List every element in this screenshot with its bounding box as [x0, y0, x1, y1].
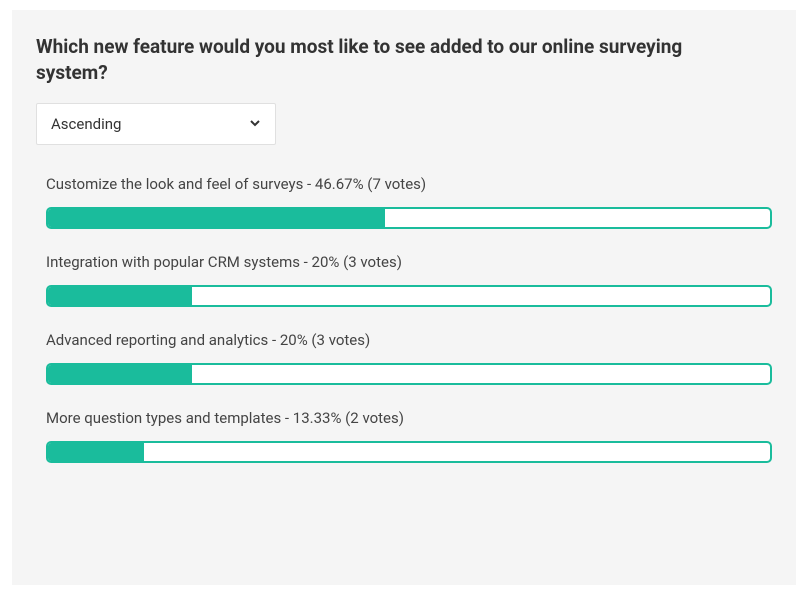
result-bar-fill: [48, 443, 144, 461]
result-bar-fill: [48, 365, 192, 383]
result-row: Integration with popular CRM systems - 2…: [46, 253, 772, 307]
result-bar: [46, 207, 772, 229]
result-bar-fill: [48, 287, 192, 305]
result-row: Customize the look and feel of surveys -…: [46, 175, 772, 229]
results-panel: Which new feature would you most like to…: [12, 10, 796, 585]
results-list: Customize the look and feel of surveys -…: [36, 175, 772, 463]
result-bar: [46, 363, 772, 385]
result-label: Advanced reporting and analytics - 20% (…: [46, 331, 772, 349]
sort-select[interactable]: Ascending: [36, 103, 276, 145]
question-title: Which new feature would you most like to…: [36, 34, 756, 85]
result-bar: [46, 441, 772, 463]
result-bar: [46, 285, 772, 307]
result-row: More question types and templates - 13.3…: [46, 409, 772, 463]
result-row: Advanced reporting and analytics - 20% (…: [46, 331, 772, 385]
result-label: Integration with popular CRM systems - 2…: [46, 253, 772, 271]
result-label: Customize the look and feel of surveys -…: [46, 175, 772, 193]
sort-select-wrap: Ascending: [36, 103, 276, 145]
chevron-down-icon: [249, 115, 261, 133]
result-bar-fill: [48, 209, 385, 227]
sort-select-value: Ascending: [51, 115, 121, 133]
result-label: More question types and templates - 13.3…: [46, 409, 772, 427]
